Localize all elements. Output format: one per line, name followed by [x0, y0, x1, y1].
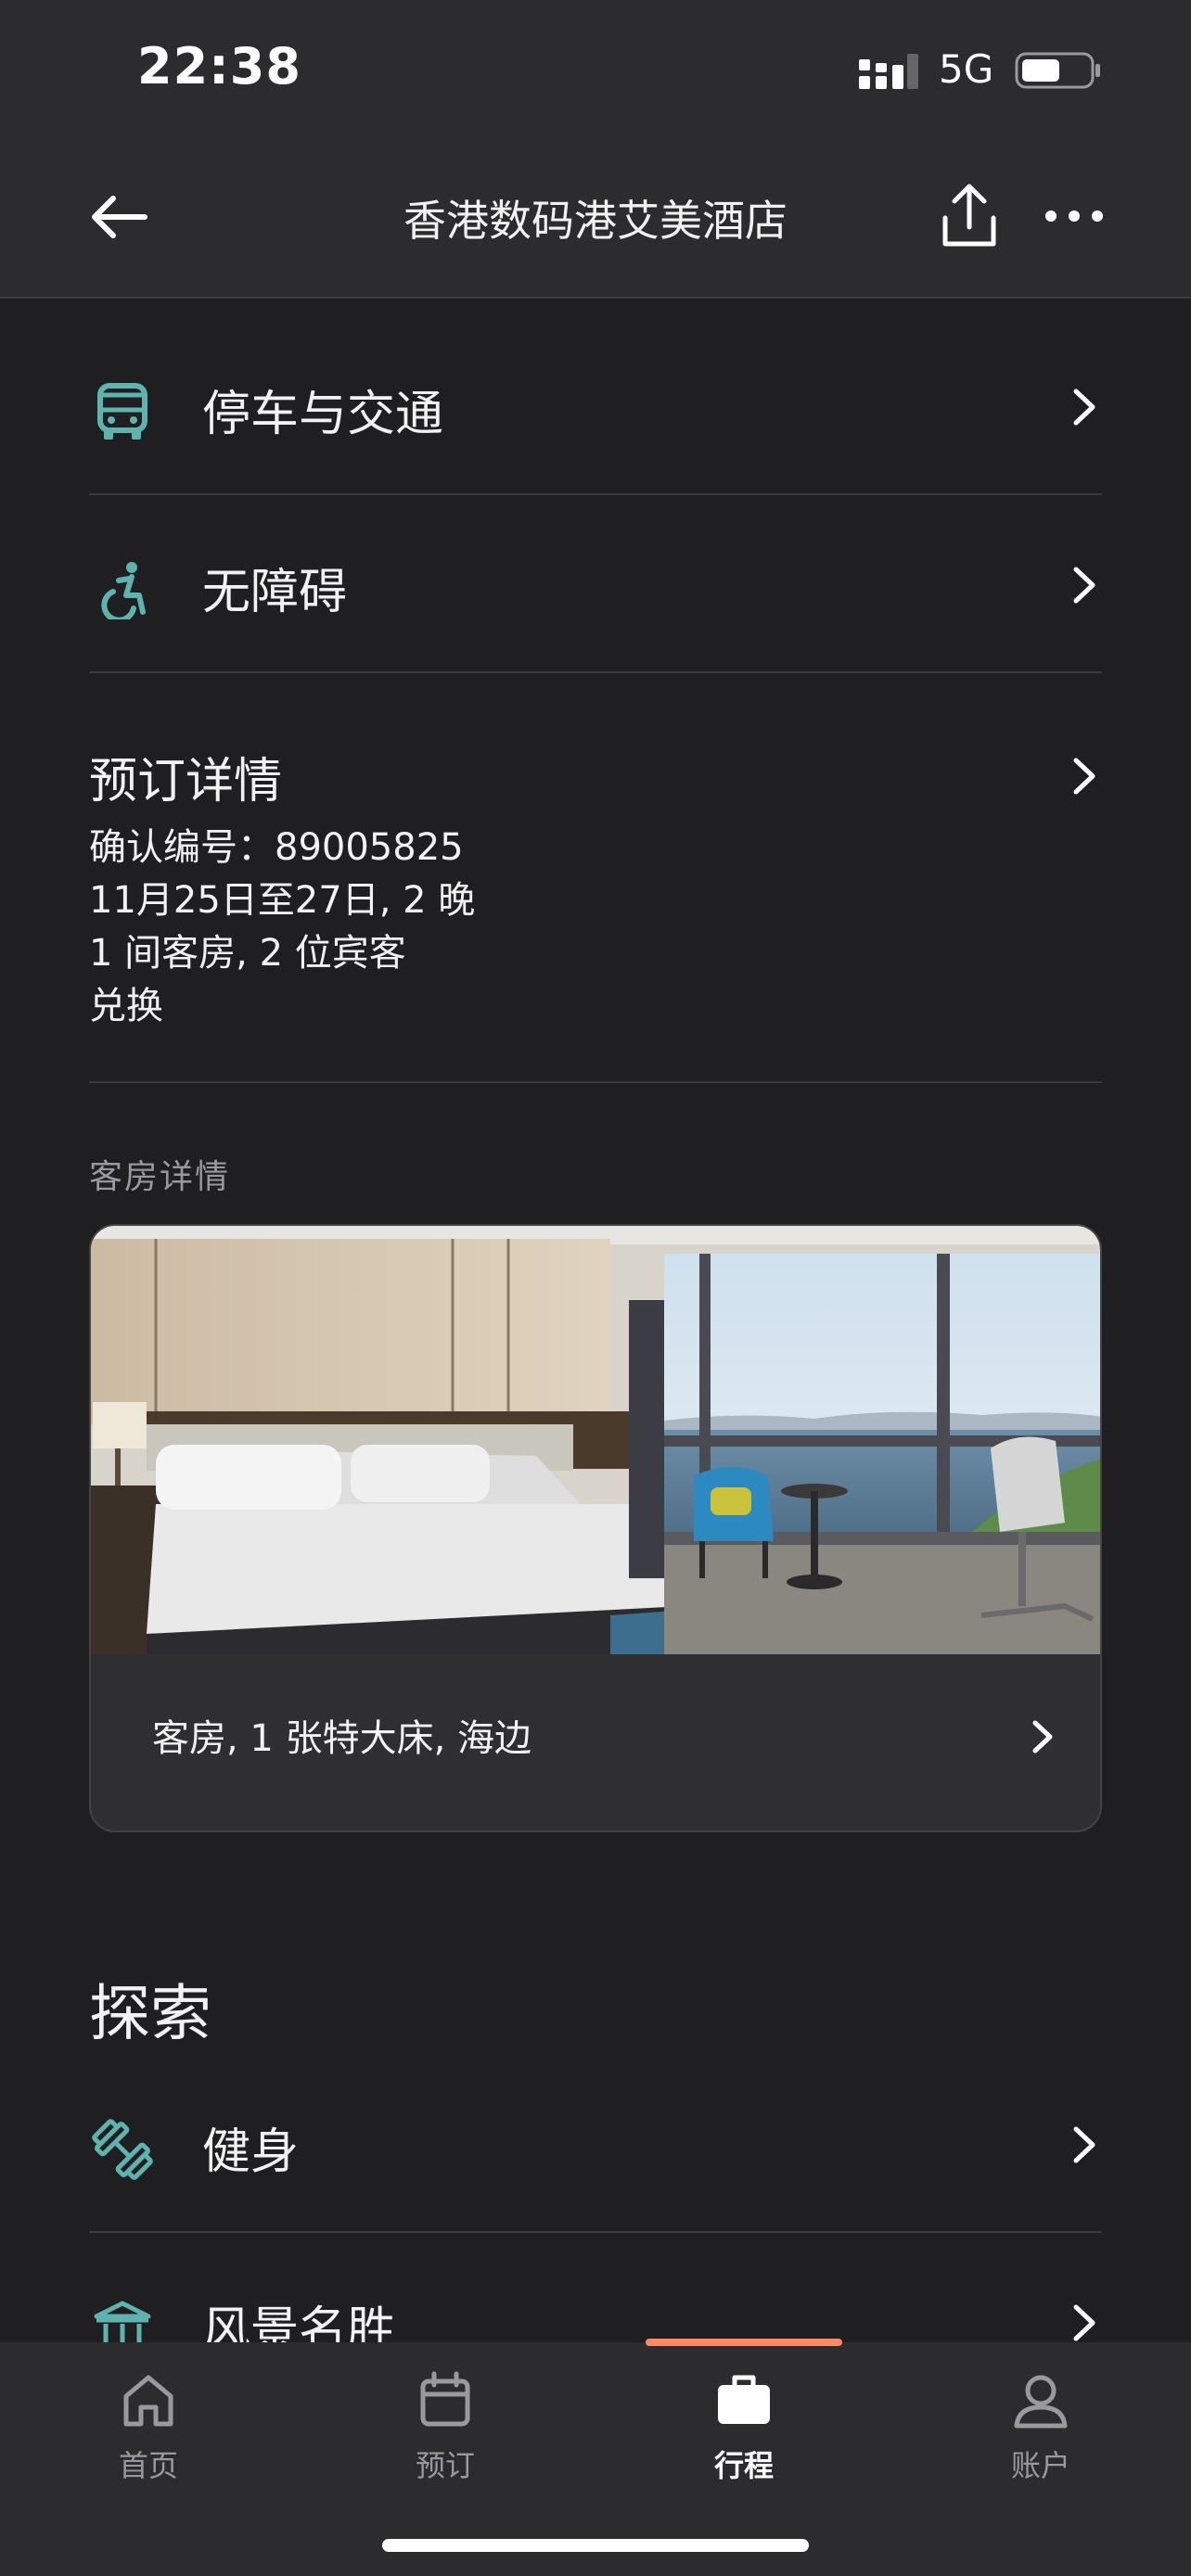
battery-icon: [1015, 52, 1100, 89]
rate-type: 兑换: [89, 985, 163, 1027]
accessibility-row[interactable]: 无障碍: [89, 497, 1102, 673]
page-title: 香港数码港艾美酒店: [403, 196, 788, 246]
chevron-right-icon: [1073, 389, 1095, 426]
network-type: 5G: [939, 46, 994, 92]
accessibility-label: 无障碍: [202, 565, 348, 620]
room-card[interactable]: 客房, 1 张特大床, 海边: [89, 1224, 1102, 1832]
more-button[interactable]: [1039, 193, 1109, 239]
booking-details[interactable]: 预订详情 确认编号：89005825 11月25日至27日, 2 晚 1 间客房…: [89, 673, 1102, 1083]
home-icon: [123, 2375, 173, 2427]
tab-account[interactable]: 账户: [948, 2361, 1133, 2500]
stay-dates: 11月25日至27日, 2 晚: [89, 879, 476, 922]
tab-reservations-label: 预订: [415, 2448, 475, 2483]
tab-trips-label: 行程: [713, 2448, 774, 2483]
calendar-icon: [420, 2371, 470, 2427]
share-button[interactable]: [935, 176, 1004, 254]
confirmation-number: 确认编号：89005825: [89, 826, 464, 869]
tab-reservations[interactable]: 预订: [352, 2361, 538, 2500]
back-button[interactable]: [85, 184, 152, 250]
explore-heading: 探索: [89, 1978, 211, 2049]
room-details-caption: 客房详情: [89, 1158, 231, 1196]
chevron-right-icon: [1073, 758, 1095, 795]
more-dots-icon: [1045, 210, 1103, 222]
status-bar: 22:38 5G: [0, 0, 1191, 139]
fitness-row[interactable]: 健身: [89, 2057, 1102, 2233]
parking-transport-label: 停车与交通: [202, 387, 444, 442]
room-type-label: 客房, 1 张特大床, 海边: [152, 1717, 532, 1760]
person-icon: [1014, 2375, 1068, 2429]
tab-home[interactable]: 首页: [56, 2361, 241, 2500]
parking-transport-row[interactable]: 停车与交通: [89, 319, 1102, 495]
dumbbell-icon: [89, 2116, 156, 2183]
home-indicator[interactable]: [382, 2539, 809, 2552]
share-icon: [942, 184, 996, 247]
status-time: 22:38: [137, 37, 301, 96]
booking-details-title: 预订详情: [89, 754, 283, 810]
app-screen: 22:38 5G 香港数码港艾美酒店 停车与交通 无障碍 预订详情 确认编号：8…: [0, 0, 1191, 2576]
navigation-bar: 香港数码港艾美酒店: [0, 139, 1191, 299]
booking-info: 确认编号：89005825 11月25日至27日, 2 晚 1 间客房, 2 位…: [89, 822, 475, 1033]
bus-icon: [89, 378, 156, 445]
briefcase-icon: [718, 2375, 770, 2424]
chevron-right-icon: [1073, 567, 1095, 604]
signal-icon: [859, 54, 918, 89]
accessibility-icon: [89, 556, 156, 623]
tab-trips[interactable]: 行程: [651, 2361, 837, 2500]
active-tab-indicator: [646, 2339, 842, 2346]
tab-home-label: 首页: [118, 2448, 178, 2483]
chevron-right-icon: [1073, 2126, 1095, 2163]
chevron-right-icon: [1073, 2304, 1095, 2341]
tab-account-label: 账户: [1010, 2448, 1070, 2483]
fitness-label: 健身: [202, 2124, 300, 2180]
chevron-right-icon: [1032, 1720, 1053, 1753]
room-photo: [91, 1226, 1100, 1654]
back-arrow-icon: [92, 196, 147, 238]
rooms-guests: 1 间客房, 2 位宾客: [89, 932, 406, 975]
